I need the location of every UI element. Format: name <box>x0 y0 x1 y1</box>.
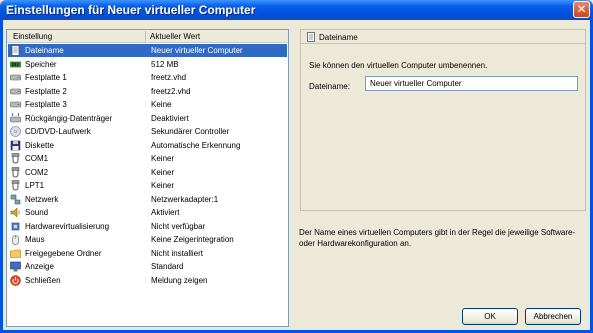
sound-icon <box>10 207 20 218</box>
list-item-value: Keiner <box>151 167 175 177</box>
list-item-value: Keiner <box>151 154 175 163</box>
list-item-value: Aktiviert <box>151 208 180 217</box>
list-item-rückgängig-datenträger[interactable]: Rückgängig-Datenträger Deaktiviert <box>8 112 287 125</box>
list-item-value: Nicht verfügbar <box>151 221 206 231</box>
detail-header: Dateiname <box>301 30 585 44</box>
cd-icon <box>10 126 21 137</box>
list-item-diskette[interactable]: Diskette Automatische Erkennung <box>8 139 287 152</box>
list-item-name: Diskette <box>25 140 54 150</box>
list-item-value: Keine Zeigerintegration <box>151 235 234 244</box>
list-item-festplatte-3[interactable]: Festplatte 3 Keine <box>8 98 287 111</box>
list-item-name: Hardwarevirtualisierung <box>25 221 110 231</box>
list-item-value: Automatische Erkennung <box>151 140 241 150</box>
list-item-name: Rückgängig-Datenträger <box>25 113 113 123</box>
floppy-icon <box>10 140 21 150</box>
list-item-name: COM1 <box>25 154 49 163</box>
list-item-festplatte-2[interactable]: Festplatte 2 freetz2.vhd <box>8 85 287 98</box>
list-item-cd-dvd-laufwerk[interactable]: CD/DVD-Laufwerk Sekundärer Controller <box>8 125 287 138</box>
port-icon <box>11 180 20 191</box>
list-item-value: freetz2.vhd <box>151 86 191 96</box>
undo-disk-icon <box>10 112 21 122</box>
folder-icon <box>10 249 21 258</box>
list-item-hardwarevirtualisierung[interactable]: Hardwarevirtualisierung Nicht verfügbar <box>8 220 287 233</box>
title-bar: Einstellungen für Neuer virtueller Compu… <box>0 0 593 20</box>
harddisk-icon <box>10 74 21 81</box>
list-item-value: Keiner <box>151 181 175 190</box>
list-item-name: Sound <box>25 208 49 217</box>
port-icon <box>11 166 20 178</box>
list-item-name: Festplatte 1 <box>25 73 67 82</box>
list-item-value: Keine <box>151 100 172 109</box>
mouse-icon <box>12 235 19 245</box>
list-item-name: COM2 <box>25 167 49 177</box>
list-item-value: Sekundärer Controller <box>151 127 230 136</box>
list-item-name: LPT1 <box>25 181 45 190</box>
cancel-button[interactable]: Abbrechen <box>525 308 581 325</box>
list-item-dateiname[interactable]: Dateiname Neuer virtueller Computer <box>8 44 287 57</box>
list-item-netzwerk[interactable]: Netzwerk Netzwerkadapter:1 <box>8 193 287 206</box>
list-item-name: Netzwerk <box>25 194 59 204</box>
port-icon <box>11 153 20 164</box>
list-item-lpt1[interactable]: LPT1 Keiner <box>8 179 287 192</box>
display-icon <box>10 261 21 272</box>
list-item-maus[interactable]: Maus Keine Zeigerintegration <box>8 233 287 246</box>
list-item-name: Dateiname <box>25 46 64 55</box>
detail-description: Sie können den virtuellen Computer umben… <box>309 61 488 70</box>
list-item-schließen[interactable]: Schließen Meldung zeigen <box>8 274 287 287</box>
list-item-value: Nicht installiert <box>151 248 204 258</box>
filename-label: Dateiname: <box>309 82 350 91</box>
list-item-value: Neuer virtueller Computer <box>151 46 243 55</box>
settings-list[interactable]: Einstellung Aktueller Wert Dateiname Neue… <box>6 29 289 327</box>
list-item-name: Maus <box>25 235 45 244</box>
list-item-name: Festplatte 2 <box>25 86 67 96</box>
list-item-name: Freigegebene Ordner <box>25 248 102 258</box>
list-item-name: Speicher <box>25 59 57 69</box>
harddisk-icon <box>10 88 21 94</box>
list-item-name: Anzeige <box>25 262 54 271</box>
list-item-value: Netzwerkadapter:1 <box>151 194 219 204</box>
list-item-name: Schließen <box>25 275 61 285</box>
list-item-name: CD/DVD-Laufwerk <box>25 127 91 136</box>
list-item-value: Meldung zeigen <box>151 275 208 285</box>
close-app-icon <box>10 274 21 286</box>
list-item-com1[interactable]: COM1 Keiner <box>8 152 287 165</box>
list-item-speicher[interactable]: Speicher 512 MB <box>8 58 287 71</box>
column-header-setting[interactable]: Einstellung <box>13 32 52 41</box>
list-item-festplatte-1[interactable]: Festplatte 1 freetz.vhd <box>8 71 287 84</box>
detail-header-label: Dateiname <box>319 33 358 42</box>
window-title: Einstellungen für Neuer virtueller Compu… <box>6 3 256 17</box>
list-item-value: Standard <box>151 262 184 271</box>
memory-icon <box>10 61 21 67</box>
list-item-freigegebene-ordner[interactable]: Freigegebene Ordner Nicht installiert <box>8 247 287 260</box>
detail-panel: Dateiname Sie können den virtuellen Comp… <box>300 29 586 211</box>
close-button[interactable]: ✕ <box>573 1 590 18</box>
list-item-value: freetz.vhd <box>151 73 187 82</box>
list-item-sound[interactable]: Sound Aktiviert <box>8 206 287 219</box>
column-header-value[interactable]: Aktueller Wert <box>150 32 200 41</box>
info-text: Der Name eines virtuellen Computers gibt… <box>299 228 576 248</box>
column-separator[interactable] <box>145 31 146 42</box>
list-item-name: Festplatte 3 <box>25 100 67 109</box>
harddisk-icon <box>10 101 21 108</box>
list-item-anzeige[interactable]: Anzeige Standard <box>8 260 287 273</box>
list-item-value: 512 MB <box>151 59 179 69</box>
filename-input[interactable] <box>365 76 578 91</box>
chip-icon <box>11 222 20 230</box>
network-icon <box>10 194 21 204</box>
list-item-value: Deaktiviert <box>151 113 189 123</box>
list-item-com2[interactable]: COM2 Keiner <box>8 166 287 179</box>
document-icon <box>11 45 20 56</box>
document-icon <box>307 32 315 42</box>
ok-button[interactable]: OK <box>462 308 518 325</box>
list-header: Einstellung Aktueller Wert <box>7 30 288 43</box>
